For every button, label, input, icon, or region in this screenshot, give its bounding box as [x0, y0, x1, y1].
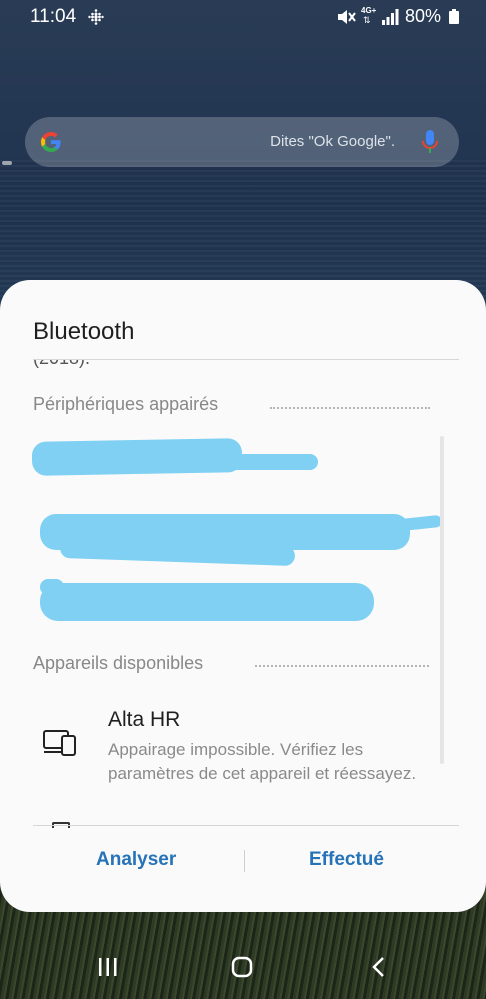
redacted-paired-device-1-tail [150, 454, 318, 470]
device-name: Alta HR [108, 708, 181, 731]
bluetooth-dialog: Bluetooth (2018). Périphériques appairés… [0, 280, 486, 912]
search-hint: Dites "Ok Google". [270, 133, 395, 150]
redacted-paired-device-3[interactable] [40, 583, 374, 621]
redacted-paired-device-3-hook [40, 579, 64, 595]
device-phone-icon [43, 730, 76, 756]
scrollbar[interactable] [440, 436, 444, 764]
status-bar: 11:04 4G+ ⇅ 80% [0, 0, 486, 34]
home-icon[interactable] [231, 956, 253, 978]
data-arrows-icon: ⇅ [363, 15, 371, 25]
recent-apps-icon[interactable] [97, 957, 119, 977]
battery-percent: 80% [405, 6, 442, 26]
scan-button[interactable]: Analyser [96, 849, 176, 871]
fitbit-icon [88, 9, 104, 25]
available-devices-header: Appareils disponibles [33, 653, 204, 673]
google-logo-icon [41, 132, 61, 152]
done-button[interactable]: Effectué [309, 849, 384, 871]
paired-header-dots [270, 407, 430, 409]
signal-icon [382, 9, 399, 25]
back-icon[interactable] [371, 956, 387, 978]
battery-icon [449, 9, 459, 24]
dialog-title: Bluetooth [33, 318, 135, 345]
paired-devices-header: Périphériques appairés [33, 394, 219, 414]
wallpaper-sea [0, 160, 486, 300]
buttons-divider [33, 825, 459, 826]
available-header-dots [255, 665, 429, 667]
button-separator [244, 850, 245, 872]
microphone-icon[interactable] [421, 129, 439, 155]
google-search-bar[interactable]: Dites "Ok Google". [25, 117, 459, 167]
network-type: 4G+ [361, 6, 377, 15]
status-time: 11:04 [30, 6, 77, 27]
title-divider [33, 359, 459, 360]
device-status: Appairage impossible. Vérifiez les param… [108, 740, 417, 783]
mute-icon [338, 10, 356, 24]
wallpaper-boat [2, 161, 12, 165]
